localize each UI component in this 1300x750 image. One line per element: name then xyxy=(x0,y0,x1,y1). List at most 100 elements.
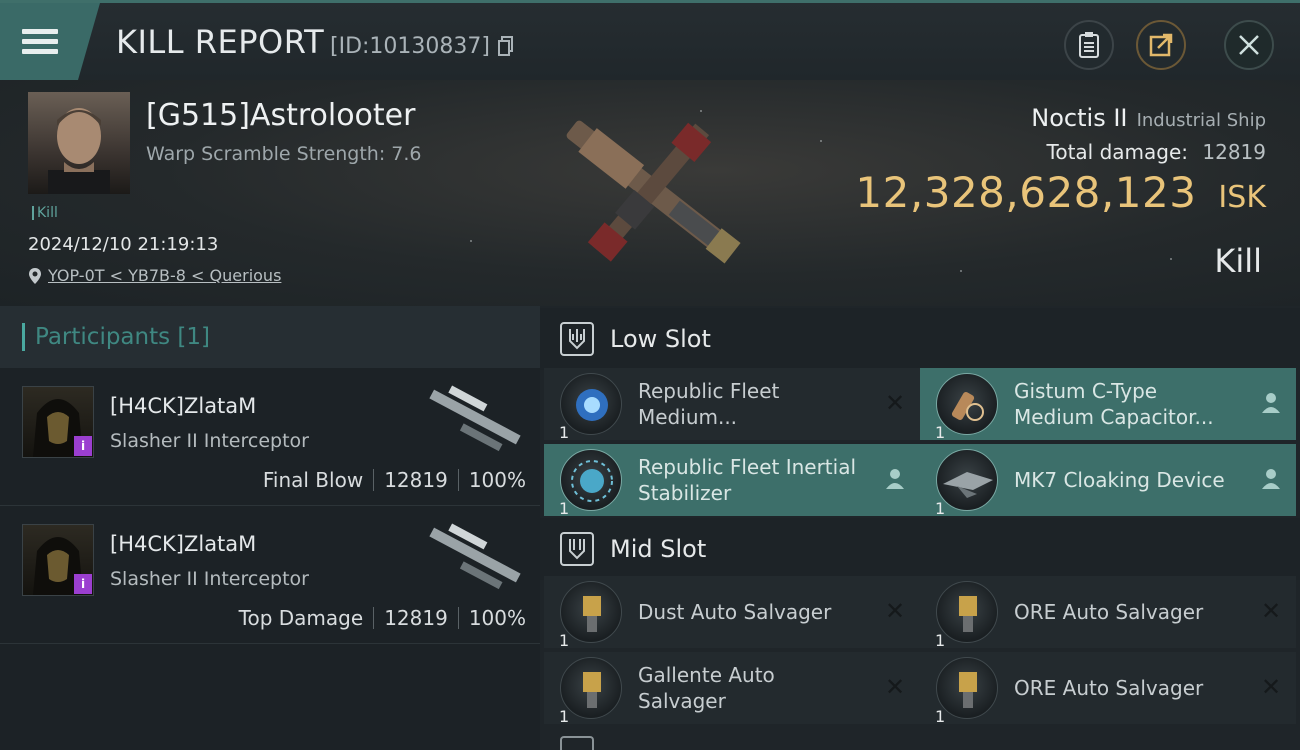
destroyed-x-button[interactable]: ✕ xyxy=(882,598,908,624)
location-link[interactable]: YOP-0T < YB7B-8 < Querious xyxy=(48,266,281,285)
location-pin-icon xyxy=(29,267,41,284)
participant-damage: 12819 xyxy=(384,468,448,492)
fitting-panel: Low Slot 1 Republic Fleet Medium... ✕ 1 … xyxy=(540,306,1300,750)
participant-row[interactable]: i [H4CK]ZlataM Slasher II Interceptor Fi… xyxy=(0,368,540,506)
module-item[interactable]: 1 ORE Auto Salvager ✕ xyxy=(920,652,1296,726)
destroyed-x-button[interactable]: ✕ xyxy=(882,390,908,416)
victim-name[interactable]: [G515]Astrolooter xyxy=(146,98,415,133)
kill-type: Kill xyxy=(1214,242,1262,280)
salvager-icon: 1 xyxy=(559,581,622,650)
share-button[interactable] xyxy=(1136,20,1186,70)
mid-slot-label: Mid Slot xyxy=(610,535,707,563)
module-item[interactable]: 1 Republic Fleet Medium... ✕ xyxy=(544,368,920,442)
participant-ship: Slasher II Interceptor xyxy=(110,568,309,590)
module-name: Dust Auto Salvager xyxy=(638,600,832,624)
participant-avatar[interactable]: i xyxy=(22,524,94,596)
inertial-stabilizer-icon: 1 xyxy=(559,449,622,518)
pilot-portrait-icon xyxy=(48,108,110,194)
share-icon xyxy=(1149,33,1173,57)
ship-name[interactable]: Noctis II Industrial Ship xyxy=(1031,104,1266,132)
isk-amount: 12,328,628,123 xyxy=(855,168,1197,217)
victim-avatar[interactable] xyxy=(28,92,130,194)
destroyed-x-button[interactable]: ✕ xyxy=(882,674,908,700)
clipboard-button[interactable] xyxy=(1064,20,1114,70)
kill-tag: Kill xyxy=(32,206,58,220)
participant-damage: 12819 xyxy=(384,606,448,630)
participant-row[interactable]: i [H4CK]ZlataM Slasher II Interceptor To… xyxy=(0,506,540,644)
info-badge-icon: i xyxy=(74,436,92,456)
module-name-cont: Medium Capacitor... xyxy=(1014,405,1214,429)
low-slot-icon xyxy=(560,322,594,356)
cloaking-device-icon: 1 xyxy=(935,449,998,518)
clipboard-icon xyxy=(1079,32,1099,58)
total-damage: Total damage: 12819 xyxy=(1047,140,1266,164)
kill-location[interactable]: YOP-0T < YB7B-8 < Querious xyxy=(28,266,281,285)
module-name: ORE Auto Salvager xyxy=(1014,676,1204,700)
participant-role: Top Damage xyxy=(238,606,364,630)
close-icon: ✕ xyxy=(1260,673,1282,701)
participants-title: Participants [1] xyxy=(35,324,210,350)
person-icon xyxy=(886,469,904,489)
module-item[interactable]: 1 Gistum C-Type Medium Capacitor... xyxy=(920,368,1296,442)
page-title: KILL REPORT xyxy=(116,23,325,61)
participant-stats: Top Damage 12819 100% xyxy=(239,606,526,630)
module-name: Gallente Auto xyxy=(638,663,775,687)
kill-summary: [G515]Astrolooter Warp Scramble Strength… xyxy=(0,80,1300,306)
destroyed-x-button[interactable]: ✕ xyxy=(1258,674,1284,700)
salvager-icon: 1 xyxy=(559,657,622,726)
interceptor-ship-icon xyxy=(429,385,521,452)
close-icon: ✕ xyxy=(1260,597,1282,625)
module-name: Republic Fleet xyxy=(638,379,780,403)
header-bar: KILL REPORT [ID:10130837] xyxy=(0,0,1300,80)
module-item[interactable]: 1 ORE Auto Salvager ✕ xyxy=(920,576,1296,650)
close-icon xyxy=(1239,35,1259,55)
ship-class: Industrial Ship xyxy=(1136,110,1266,131)
warp-scramble-strength: Warp Scramble Strength: 7.6 xyxy=(146,143,422,165)
module-name: ORE Auto Salvager xyxy=(1014,600,1204,624)
next-slot-icon xyxy=(560,736,594,750)
participant-avatar[interactable]: i xyxy=(22,386,94,458)
hamburger-icon xyxy=(22,24,58,59)
low-slot-label: Low Slot xyxy=(610,325,711,353)
participant-stats: Final Blow 12819 100% xyxy=(263,468,526,492)
module-name-cont: Medium... xyxy=(638,405,738,429)
low-slot-header: Low Slot xyxy=(540,308,1300,370)
close-icon: ✕ xyxy=(884,597,906,625)
module-item[interactable]: 1 Dust Auto Salvager ✕ xyxy=(544,576,920,650)
isk-value: 12,328,628,123 ISK xyxy=(855,168,1266,217)
module-name: Gistum C-Type xyxy=(1014,379,1158,403)
close-icon: ✕ xyxy=(884,389,906,417)
ship-type-name: Noctis II xyxy=(1031,104,1128,132)
menu-button[interactable] xyxy=(0,3,100,80)
participant-percent: 100% xyxy=(468,468,526,492)
close-icon: ✕ xyxy=(884,673,906,701)
participants-panel: Participants [1] i [H4CK]ZlataM Slasher … xyxy=(0,306,540,750)
mid-slot-icon xyxy=(560,532,594,566)
interceptor-ship-icon xyxy=(429,523,521,590)
module-name-cont: Salvager xyxy=(638,689,726,713)
person-icon xyxy=(1262,393,1280,413)
capacitor-battery-icon: 1 xyxy=(935,373,998,442)
close-button[interactable] xyxy=(1224,20,1274,70)
ship-render-icon xyxy=(566,120,741,264)
participants-header[interactable]: Participants [1] xyxy=(0,306,540,368)
module-name: Republic Fleet Inertial xyxy=(638,455,857,479)
total-damage-label: Total damage: xyxy=(1046,140,1189,164)
total-damage-value: 12819 xyxy=(1202,140,1266,164)
dropped-person-button[interactable] xyxy=(1258,390,1284,416)
mid-slot-header: Mid Slot xyxy=(540,518,1300,580)
module-item[interactable]: 1 MK7 Cloaking Device xyxy=(920,444,1296,518)
salvager-icon: 1 xyxy=(935,657,998,726)
participant-name[interactable]: [H4CK]ZlataM xyxy=(110,532,256,556)
module-name: MK7 Cloaking Device xyxy=(1014,468,1225,492)
module-item[interactable]: 1 Republic Fleet Inertial Stabilizer xyxy=(544,444,920,518)
isk-unit: ISK xyxy=(1218,180,1266,215)
dropped-person-button[interactable] xyxy=(882,466,908,492)
copy-icon[interactable] xyxy=(498,36,514,56)
report-id: [ID:10130837] xyxy=(330,34,490,59)
info-badge-icon: i xyxy=(74,574,92,594)
destroyed-x-button[interactable]: ✕ xyxy=(1258,598,1284,624)
participant-name[interactable]: [H4CK]ZlataM xyxy=(110,394,256,418)
module-item[interactable]: 1 Gallente Auto Salvager ✕ xyxy=(544,652,920,726)
dropped-person-button[interactable] xyxy=(1258,466,1284,492)
